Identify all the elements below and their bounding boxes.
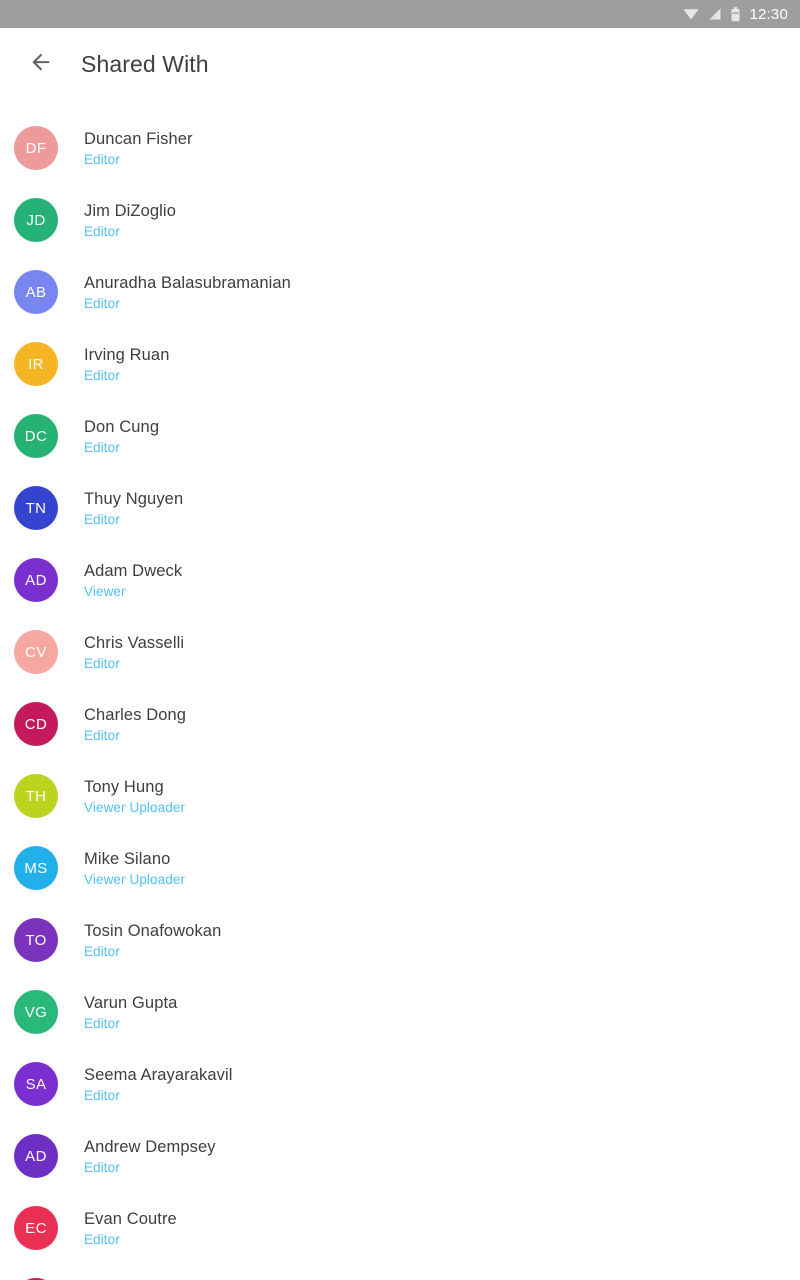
person-role: Editor — [84, 655, 120, 671]
person-name: Andrew Dempsey — [84, 1137, 216, 1156]
person-role: Editor — [84, 1159, 120, 1175]
person-role: Editor — [84, 295, 120, 311]
person-role: Editor — [84, 943, 120, 959]
status-bar: 12:30 — [0, 0, 800, 28]
person-role: Editor — [84, 1015, 120, 1031]
shared-with-list[interactable]: DF Duncan Fisher Editor JD Jim DiZoglio Edito… — [0, 100, 800, 1280]
person-role: Editor — [84, 223, 120, 239]
person-row[interactable]: TN Thuy Nguyen Editor — [0, 472, 800, 544]
person-row[interactable]: TO Tosin Onafowokan Editor — [0, 904, 800, 976]
person-name: Charles Dong — [84, 705, 187, 724]
person-role: Viewer — [84, 583, 126, 599]
person-name: Anuradha Balasubramanian — [84, 273, 291, 292]
person-name: Evan Coutre — [84, 1209, 177, 1228]
person-role: Editor — [84, 367, 120, 383]
person-details: Adam Dweck Viewer — [84, 561, 182, 600]
person-name: Mike Silano — [84, 849, 171, 868]
avatar: TN — [14, 486, 58, 530]
avatar: AB — [14, 270, 58, 314]
person-name: Tosin Onafowokan — [84, 921, 222, 940]
person-row[interactable]: CV Chris Vasselli Editor — [0, 616, 800, 688]
person-name: Duncan Fisher — [84, 129, 193, 148]
person-name: Seema Arayarakavil — [84, 1065, 233, 1084]
back-button[interactable] — [26, 49, 56, 79]
avatar: CV — [14, 630, 58, 674]
person-row[interactable]: MS Mike Silano Viewer Uploader — [0, 832, 800, 904]
avatar: IR — [14, 342, 58, 386]
person-role: Editor — [84, 151, 120, 167]
person-name: Thuy Nguyen — [84, 489, 184, 508]
person-details: Jim DiZoglio Editor — [84, 201, 176, 240]
person-row[interactable]: IR Irving Ruan Editor — [0, 328, 800, 400]
avatar: VG — [14, 990, 58, 1034]
person-details: Don Cung Editor — [84, 417, 159, 456]
avatar: TO — [14, 918, 58, 962]
person-name: Adam Dweck — [84, 561, 183, 580]
person-name: Jim DiZoglio — [84, 201, 176, 220]
person-details: Tosin Onafowokan Editor — [84, 921, 221, 960]
person-role: Viewer Uploader — [84, 799, 186, 815]
person-details: Charles Dong Editor — [84, 705, 186, 744]
person-details: Duncan Fisher Editor — [84, 129, 193, 168]
person-role: Editor — [84, 1231, 120, 1247]
avatar: AD — [14, 558, 58, 602]
avatar: SA — [14, 1062, 58, 1106]
person-row[interactable]: AB Anuradha Balasubramanian Editor — [0, 256, 800, 328]
person-details: Mike Silano Viewer Uploader — [84, 849, 185, 888]
person-role: Editor — [84, 1087, 120, 1103]
arrow-left-icon — [28, 49, 54, 80]
person-row[interactable]: VG Varun Gupta Editor — [0, 976, 800, 1048]
avatar: MS — [14, 846, 58, 890]
person-row[interactable]: AD Andrew Dempsey Editor — [0, 1120, 800, 1192]
person-row[interactable]: EC Evan Coutre Editor — [0, 1192, 800, 1264]
person-role: Editor — [84, 511, 120, 527]
cellular-signal-icon — [708, 7, 722, 21]
avatar: DF — [14, 126, 58, 170]
person-role: Editor — [84, 439, 120, 455]
person-role: Viewer Uploader — [84, 871, 186, 887]
person-details: Tony Hung Viewer Uploader — [84, 777, 185, 816]
avatar: TH — [14, 774, 58, 818]
page-title: Shared With — [81, 50, 209, 77]
person-row[interactable]: JLJames Lawton — [0, 1264, 800, 1280]
person-details: Varun Gupta Editor — [84, 993, 177, 1032]
avatar: JD — [14, 198, 58, 242]
avatar: EC — [14, 1206, 58, 1250]
battery-icon — [731, 6, 740, 22]
person-row[interactable]: TH Tony Hung Viewer Uploader — [0, 760, 800, 832]
person-name: Varun Gupta — [84, 993, 178, 1012]
person-row[interactable]: DC Don Cung Editor — [0, 400, 800, 472]
person-row[interactable]: CD Charles Dong Editor — [0, 688, 800, 760]
person-row[interactable]: DF Duncan Fisher Editor — [0, 112, 800, 184]
person-details: Irving Ruan Editor — [84, 345, 169, 384]
person-details: Seema Arayarakavil Editor — [84, 1065, 233, 1104]
person-row[interactable]: JD Jim DiZoglio Editor — [0, 184, 800, 256]
person-name: Irving Ruan — [84, 345, 170, 364]
person-details: Evan Coutre Editor — [84, 1209, 177, 1248]
avatar: CD — [14, 702, 58, 746]
person-row[interactable]: AD Adam Dweck Viewer — [0, 544, 800, 616]
person-details: Anuradha Balasubramanian Editor — [84, 273, 291, 312]
person-details: Thuy Nguyen Editor — [84, 489, 183, 528]
person-details: Chris Vasselli Editor — [84, 633, 184, 672]
avatar: AD — [14, 1134, 58, 1178]
person-role: Editor — [84, 727, 120, 743]
wifi-icon — [683, 7, 699, 21]
person-name: Chris Vasselli — [84, 633, 185, 652]
avatar: DC — [14, 414, 58, 458]
person-name: Don Cung — [84, 417, 160, 436]
person-details: Andrew Dempsey Editor — [84, 1137, 216, 1176]
app-bar: Shared With — [0, 28, 800, 100]
status-bar-time: 12:30 — [749, 5, 788, 23]
person-name: Tony Hung — [84, 777, 164, 796]
person-row[interactable]: SA Seema Arayarakavil Editor — [0, 1048, 800, 1120]
